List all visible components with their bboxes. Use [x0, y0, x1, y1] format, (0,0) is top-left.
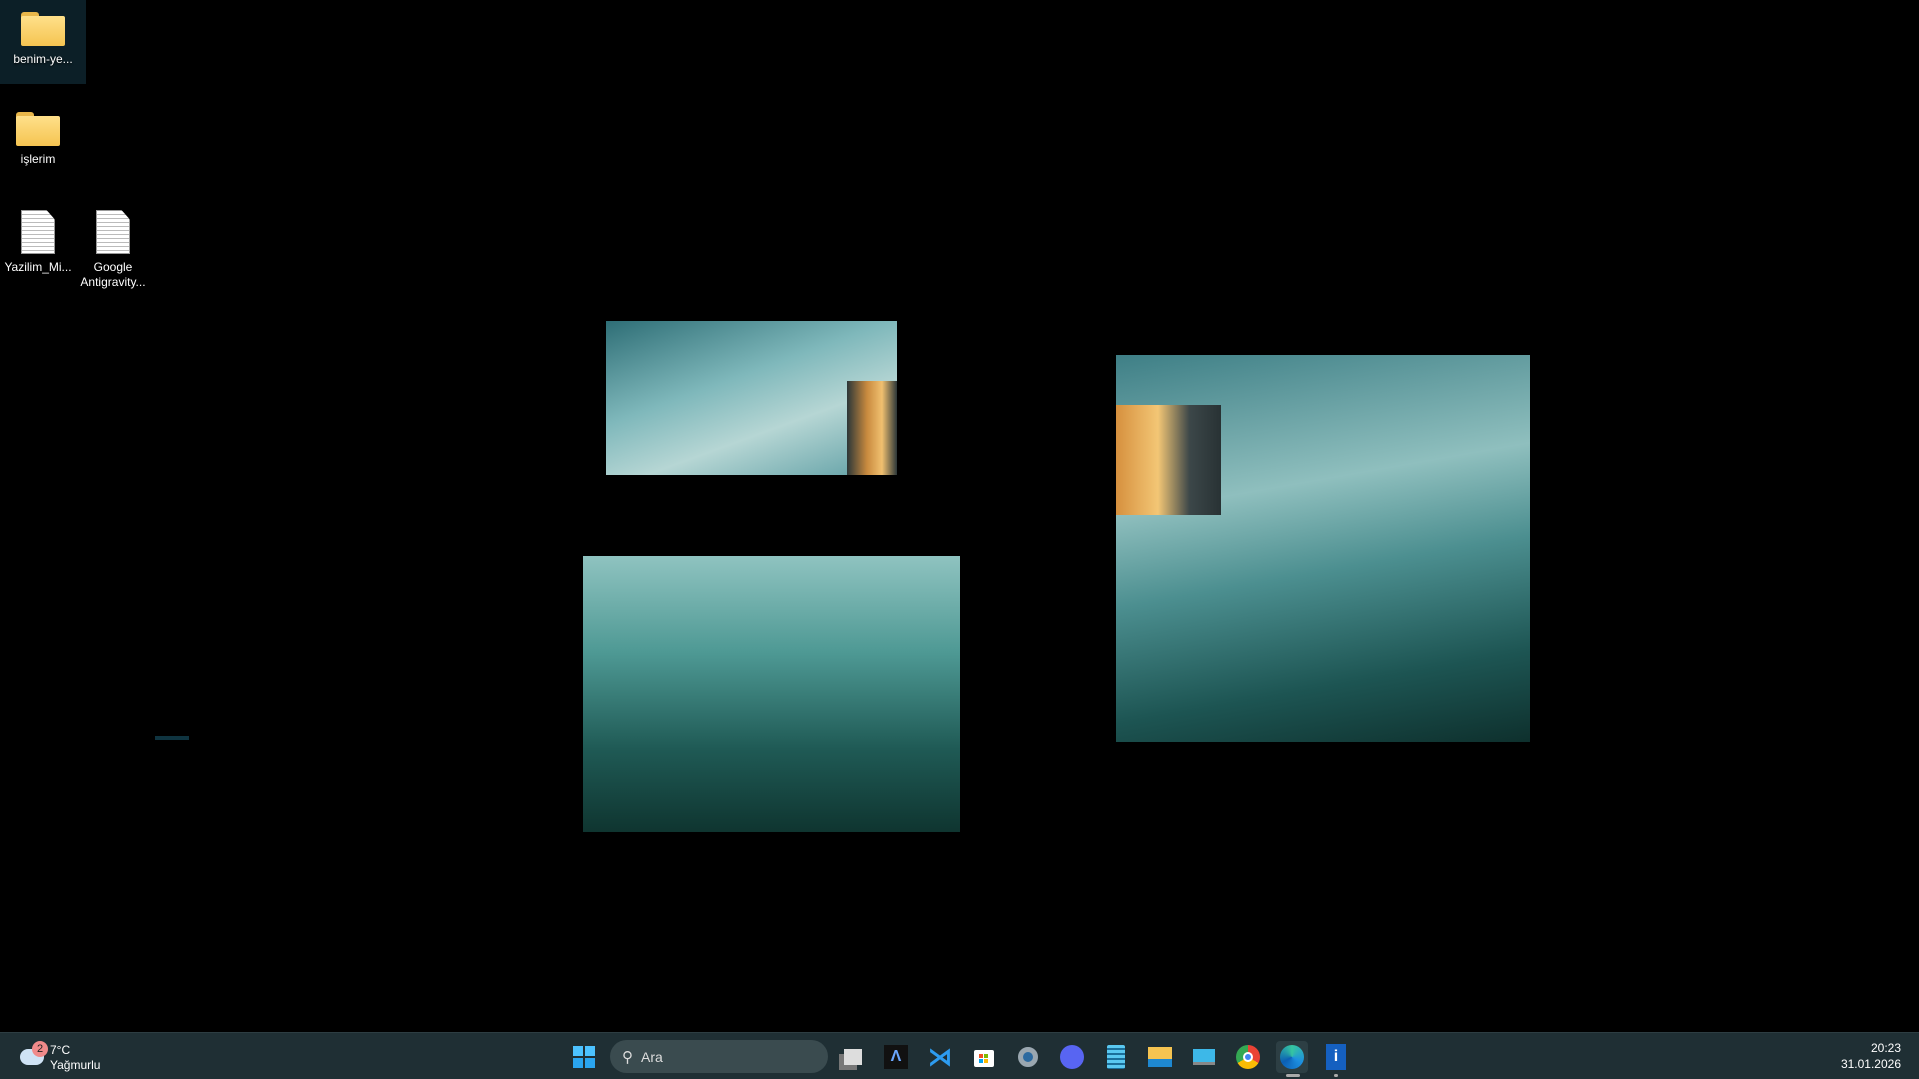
weather-badge: 2 — [32, 1041, 48, 1057]
weather-condition: Yağmurlu — [50, 1058, 101, 1072]
discord-icon — [1060, 1045, 1084, 1069]
weather-widget[interactable]: 2 7°C Yağmurlu — [14, 1039, 114, 1075]
windows-icon — [573, 1046, 595, 1068]
desktop-icon-google-antigravity[interactable]: Google Antigravity... — [75, 210, 151, 290]
desktop-icon-label: işlerim — [20, 152, 56, 166]
search-placeholder: Ara — [641, 1048, 663, 1065]
wallpaper-fragment-sky — [606, 321, 897, 475]
search-icon: ⚲ — [622, 1048, 633, 1066]
discord-button[interactable] — [1056, 1041, 1088, 1073]
vscode-button[interactable]: ⋊ — [924, 1041, 956, 1073]
document-icon — [96, 210, 130, 254]
folder-icon — [1148, 1047, 1172, 1067]
chrome-button[interactable] — [1232, 1041, 1264, 1073]
clock-date: 31.01.2026 — [1840, 1057, 1901, 1071]
chrome-icon — [1236, 1045, 1260, 1069]
task-view-button[interactable] — [837, 1041, 869, 1073]
folder-icon — [21, 12, 65, 46]
remote-desktop-button[interactable] — [1188, 1041, 1220, 1073]
desktop-icon-label: Yazilim_Mi... — [4, 260, 72, 274]
edge-icon — [1280, 1045, 1304, 1069]
edge-button[interactable] — [1276, 1041, 1308, 1077]
notepad-button[interactable] — [1100, 1041, 1132, 1073]
settings-button[interactable] — [1012, 1041, 1044, 1073]
desktop-icon-yazilim[interactable]: Yazilim_Mi... — [0, 210, 76, 275]
desktop-icon-benim[interactable]: benim-ye... — [0, 0, 86, 84]
desktop-icon-label: Google Antigravity... — [80, 260, 146, 289]
antigravity-icon: Λ — [884, 1045, 908, 1069]
folder-icon — [16, 112, 60, 146]
system-clock[interactable]: 20:23 31.01.2026 — [1841, 1040, 1901, 1072]
desktop-artifact — [155, 736, 189, 740]
start-button[interactable] — [568, 1041, 600, 1073]
monitor-icon — [1193, 1049, 1215, 1065]
taskbar: 2 7°C Yağmurlu ⚲ Ara Λ ⋊ i 20:23 31.01.2… — [0, 1032, 1919, 1079]
store-button[interactable] — [968, 1041, 1000, 1073]
task-view-icon — [844, 1049, 862, 1065]
notepad-icon — [1107, 1045, 1125, 1069]
wallpaper-fragment-house — [1116, 355, 1530, 742]
document-icon — [21, 210, 55, 254]
wallpaper-fragment-forest — [583, 556, 960, 832]
info-app-button[interactable]: i — [1320, 1041, 1352, 1077]
search-box[interactable]: ⚲ Ara — [610, 1040, 828, 1073]
microsoft-store-icon — [974, 1050, 994, 1067]
desktop-icon-label: benim-ye... — [13, 52, 73, 66]
desktop-icon-islerim[interactable]: işlerim — [0, 112, 76, 167]
gear-icon — [1018, 1047, 1038, 1067]
vscode-icon: ⋊ — [928, 1043, 952, 1071]
info-icon: i — [1326, 1044, 1346, 1070]
clock-time: 20:23 — [1870, 1041, 1901, 1055]
file-explorer-button[interactable] — [1144, 1041, 1176, 1073]
weather-temp: 7°C — [50, 1043, 71, 1057]
antigravity-button[interactable]: Λ — [880, 1041, 912, 1073]
